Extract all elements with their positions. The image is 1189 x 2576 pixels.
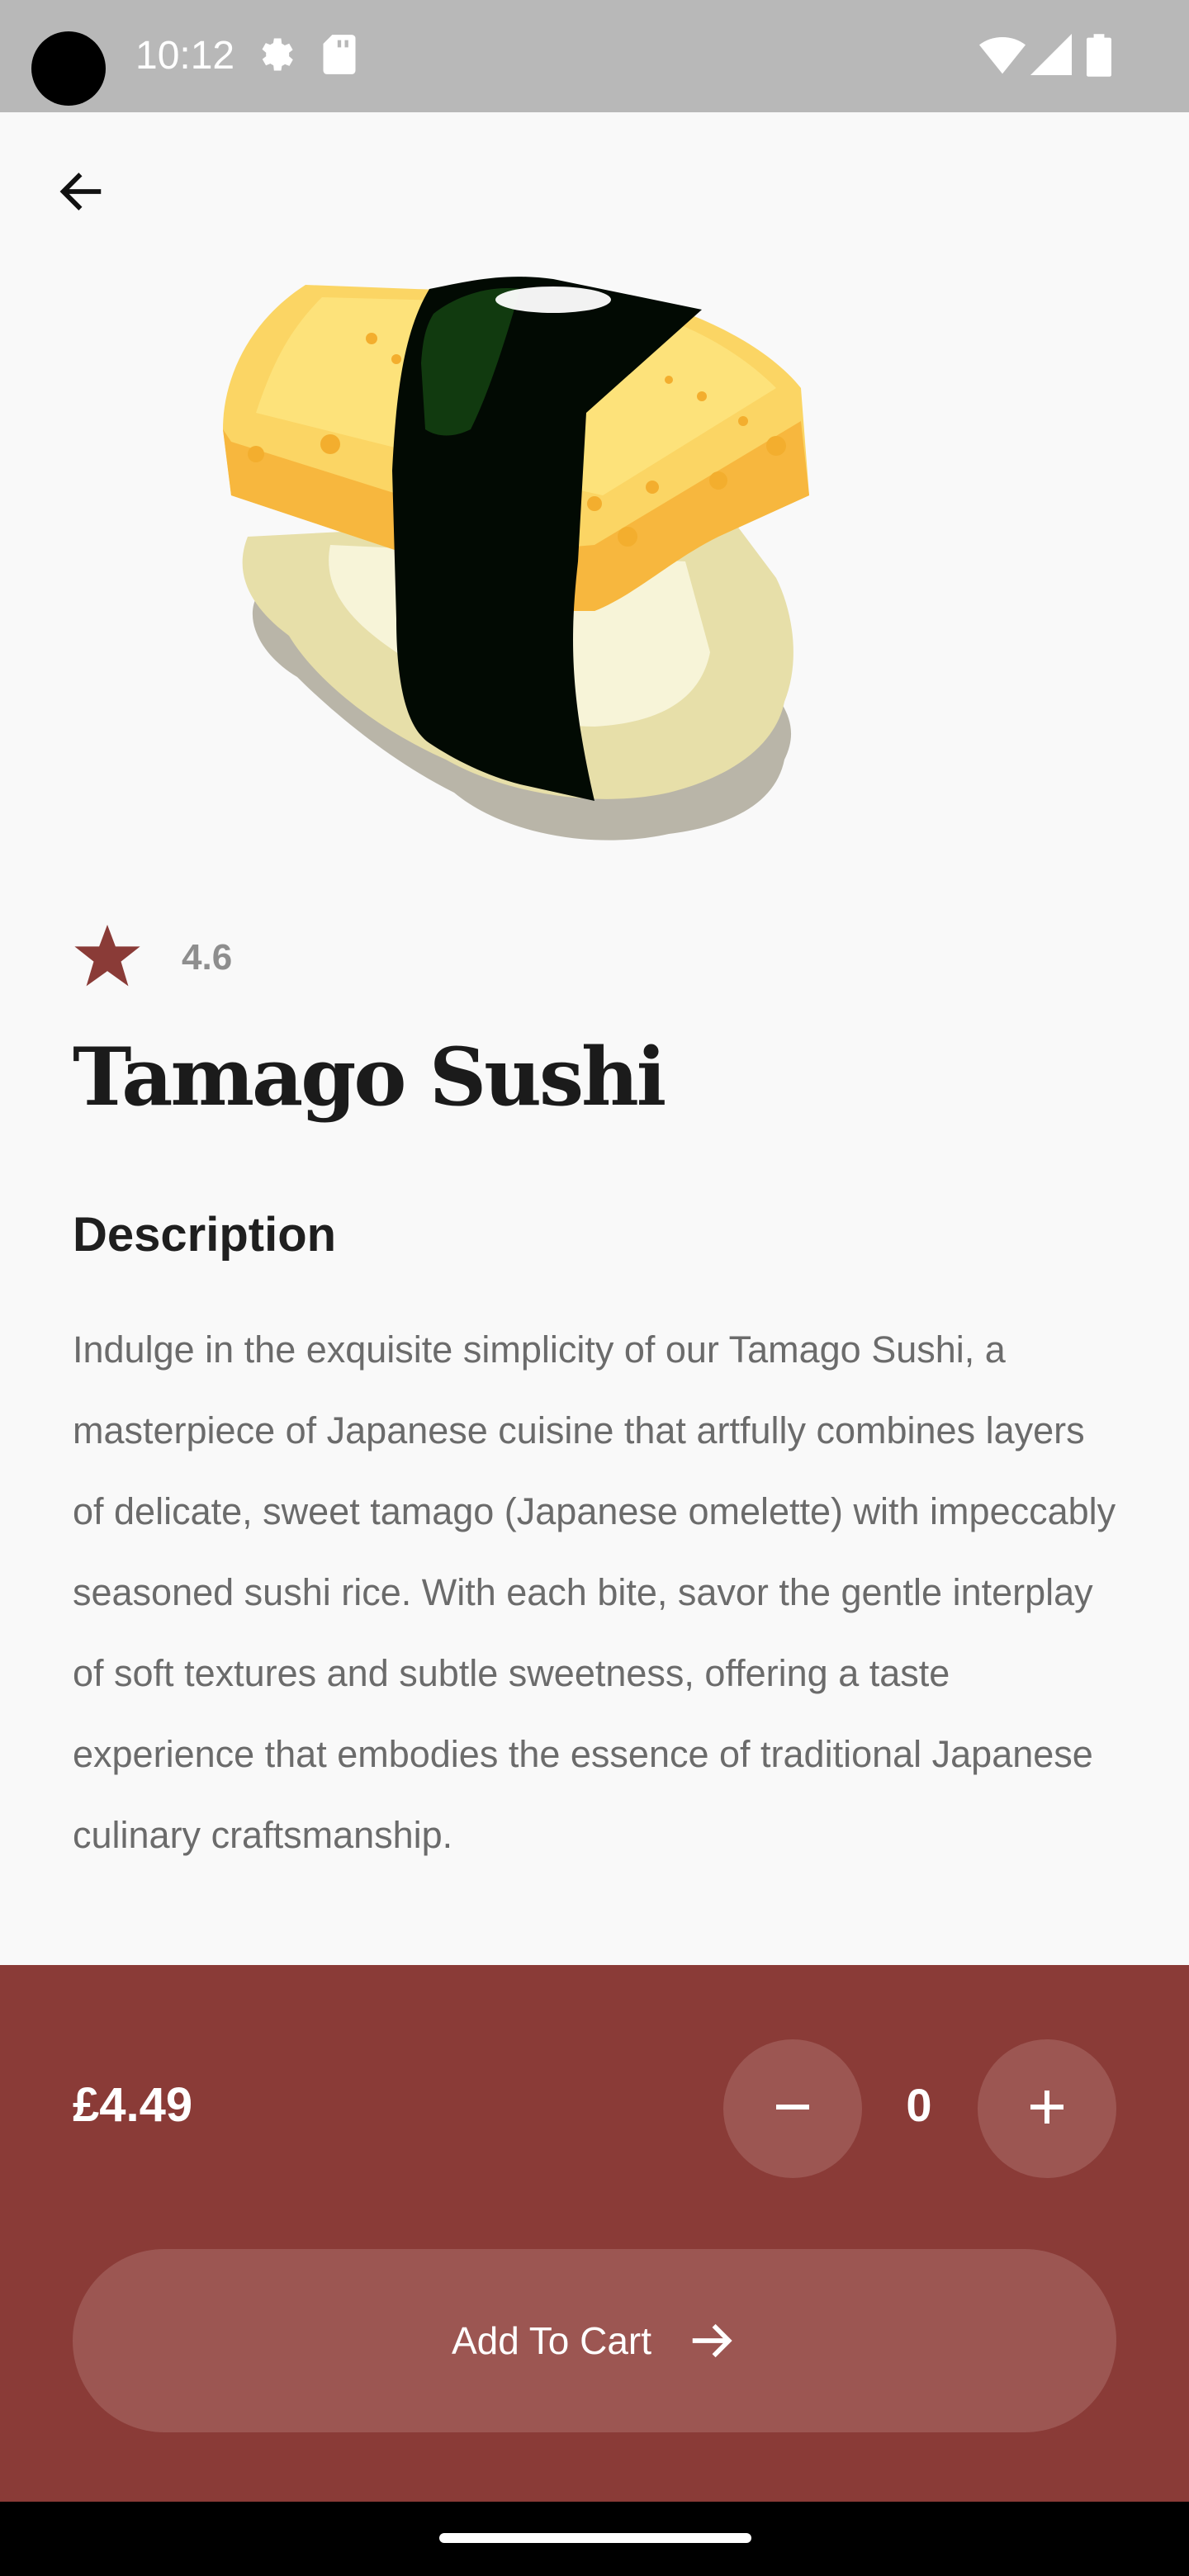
arrow-left-icon (54, 165, 107, 222)
arrow-right-icon (686, 2315, 737, 2366)
star-icon (74, 924, 140, 992)
product-title: Tamago Sushi (73, 1030, 666, 1124)
plus-icon (1022, 2082, 1072, 2136)
decrement-button[interactable] (723, 2039, 862, 2178)
minus-icon (768, 2082, 817, 2136)
price-label: £4.49 (73, 2078, 193, 2132)
wifi-icon (979, 33, 1026, 80)
description-text: Indulge in the exquisite simplicity of o… (73, 1328, 1116, 1856)
status-bar: 10:12 (0, 0, 1189, 112)
description-heading: Description (73, 1208, 337, 1262)
home-indicator[interactable] (439, 2533, 751, 2543)
quantity-value: 0 (906, 2079, 932, 2131)
status-time: 10:12 (135, 34, 235, 78)
camera-cutout (31, 31, 106, 106)
add-to-cart-button[interactable]: Add To Cart (73, 2249, 1116, 2432)
rating: 4.6 (74, 924, 233, 992)
battery-icon (1087, 33, 1111, 82)
product-image (206, 264, 991, 859)
signal-icon (1030, 33, 1072, 80)
sd-card-icon (320, 33, 358, 80)
system-nav-bar (0, 2502, 1189, 2576)
cart-panel: £4.49 0 Add To Cart (0, 1965, 1189, 2502)
increment-button[interactable] (978, 2039, 1116, 2178)
back-button[interactable] (40, 152, 122, 234)
settings-icon (254, 33, 297, 80)
rating-value: 4.6 (182, 937, 233, 978)
add-to-cart-label: Add To Cart (451, 2319, 652, 2362)
